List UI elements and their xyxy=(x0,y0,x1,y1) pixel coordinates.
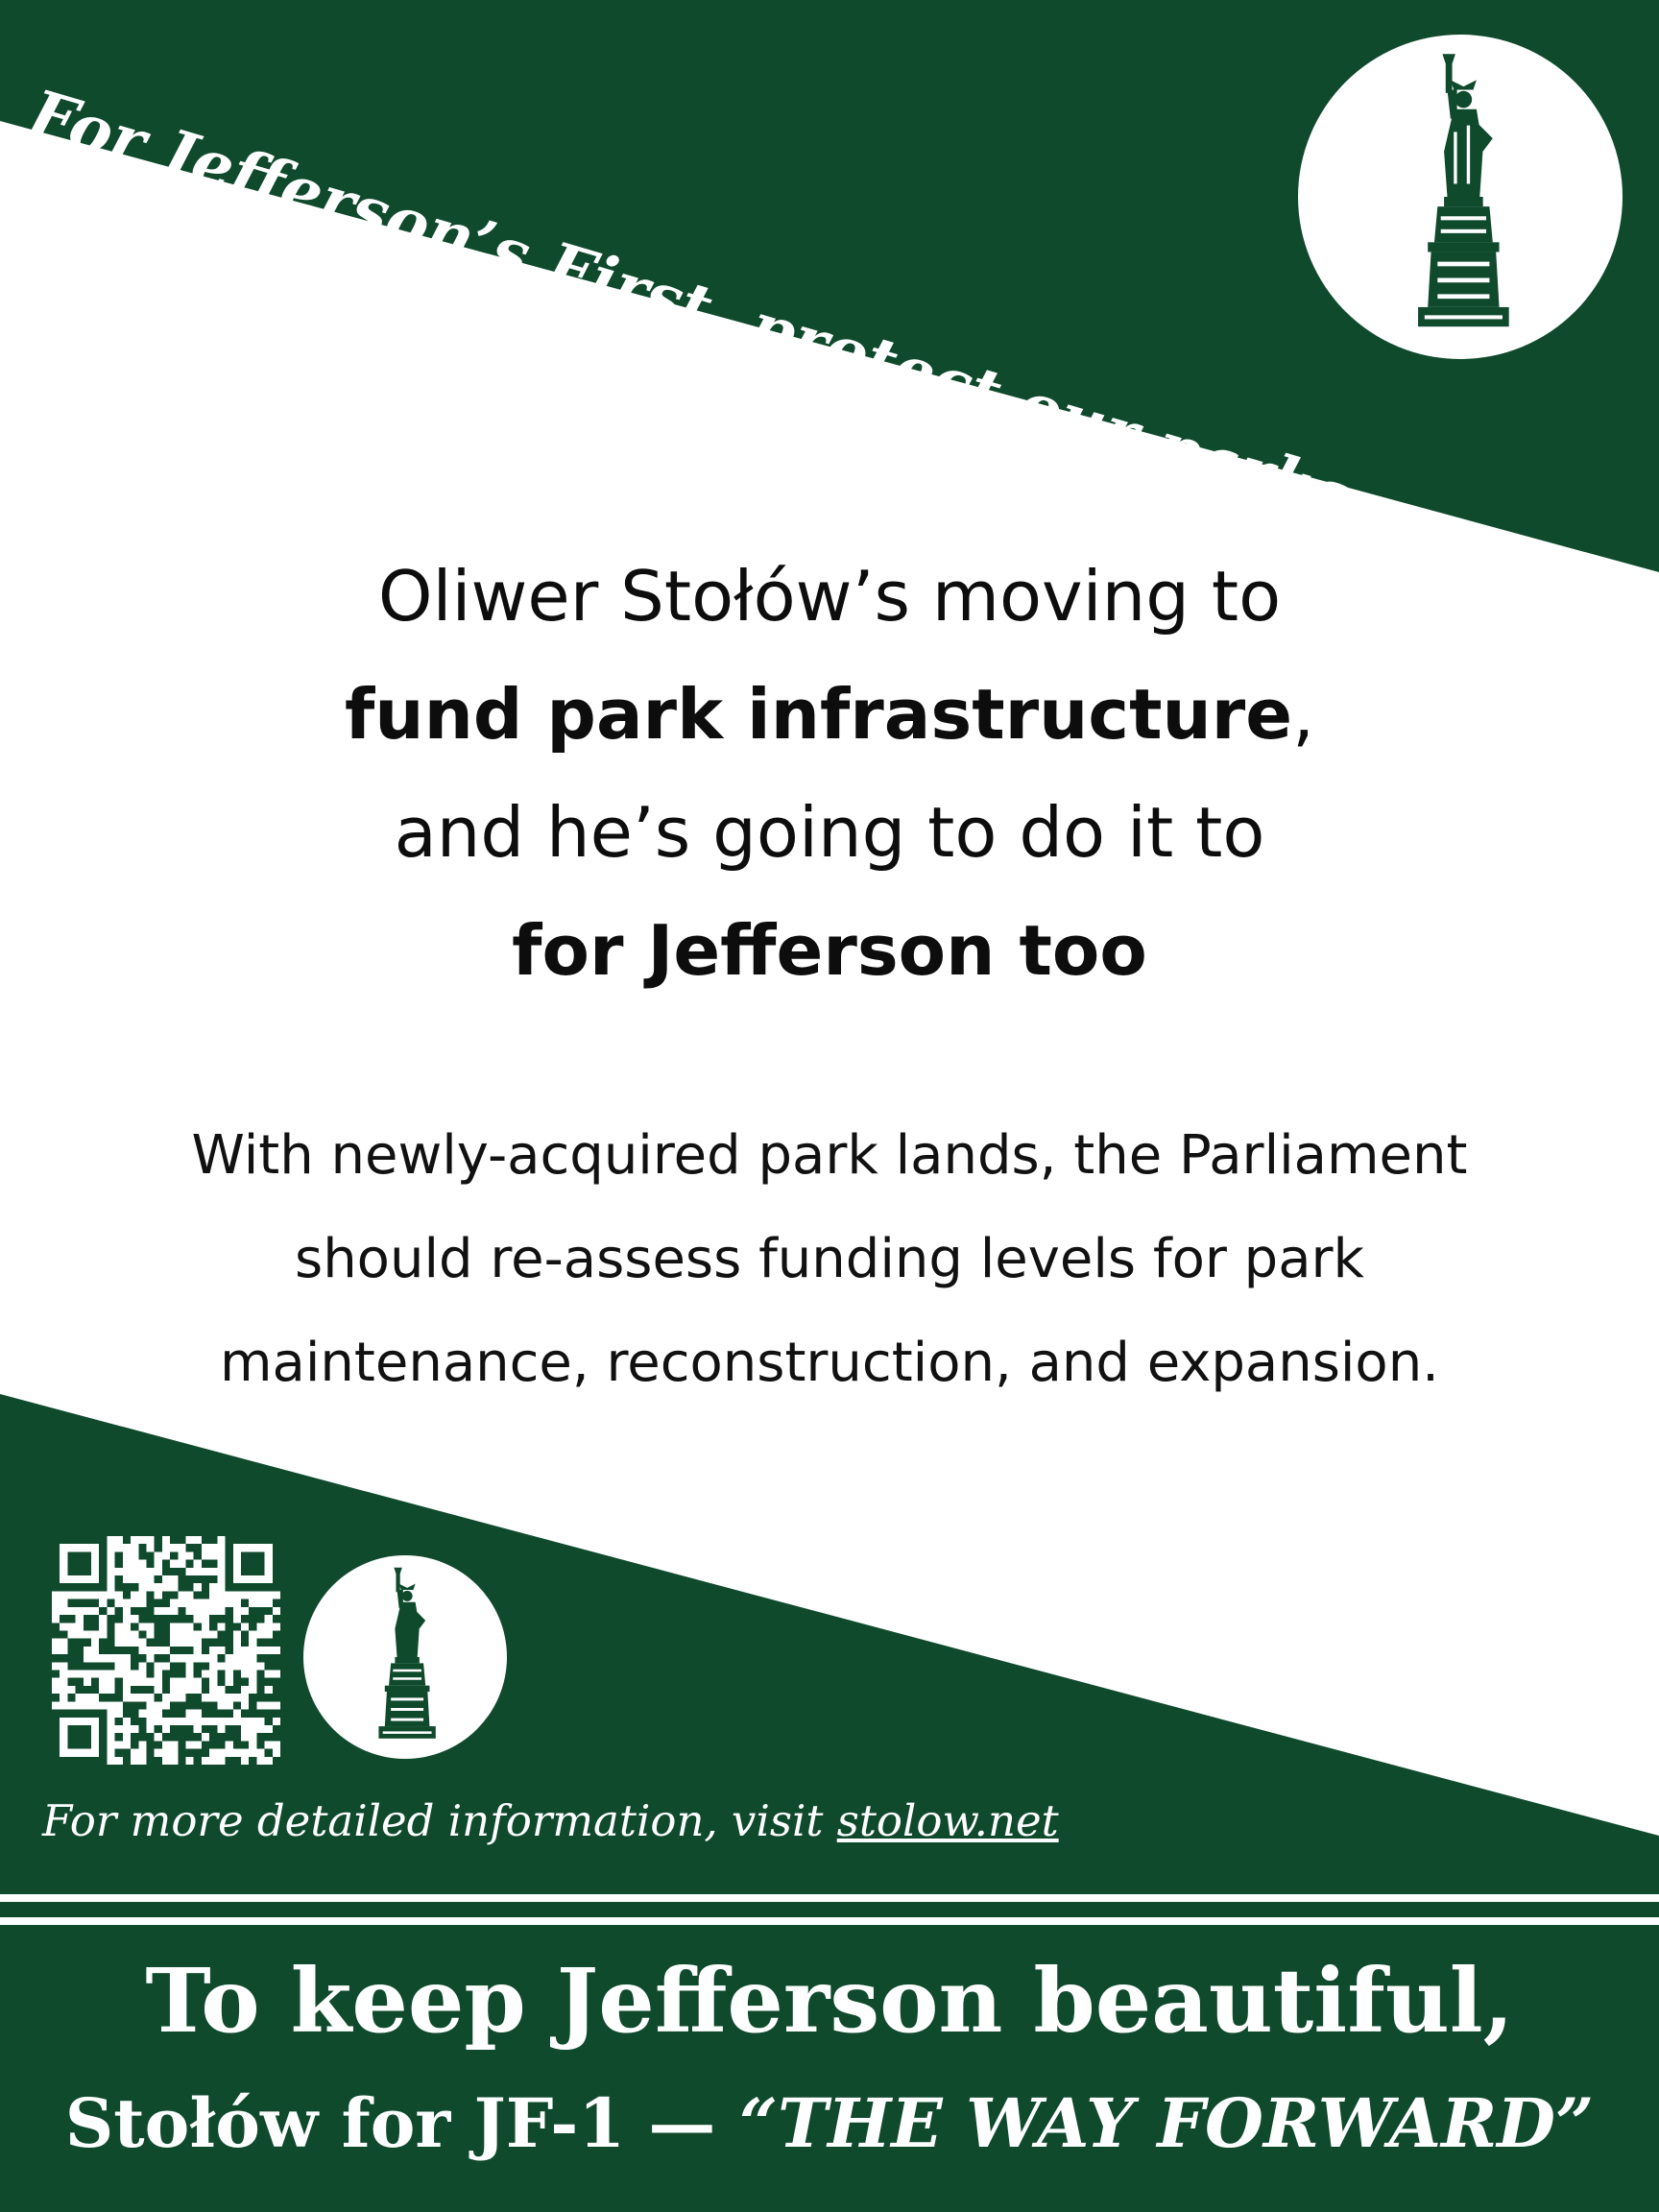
statue-of-liberty-icon xyxy=(303,1555,507,1759)
body-copy: With newly-acquired park lands, the Parl… xyxy=(58,1104,1601,1415)
body-line-2: should re-assess funding levels for park xyxy=(295,1228,1364,1290)
divider-stripe xyxy=(0,1894,1659,1902)
qr-code-graphic xyxy=(52,1536,280,1765)
info-prefix: For more detailed information, visit xyxy=(42,1795,837,1846)
website-link[interactable]: stolow.net xyxy=(837,1795,1059,1846)
headline-emphasis-2: for Jefferson too xyxy=(512,910,1147,991)
headline: Oliwer Stołów’s moving to fund park infr… xyxy=(0,538,1659,1010)
statue-of-liberty-icon-graphic xyxy=(1418,54,1509,327)
headline-emphasis-1: fund park infrastructure xyxy=(344,674,1293,755)
headline-line-2: fund park infrastructure, xyxy=(0,656,1659,774)
body-line-1: With newly-acquired park lands, the Parl… xyxy=(191,1124,1468,1187)
divider-stripe xyxy=(0,1917,1659,1925)
info-line: For more detailed information, visit sto… xyxy=(42,1795,1059,1846)
footer-candidate: Stołów for JF-1 — xyxy=(64,2083,739,2163)
headline-comma: , xyxy=(1292,674,1314,755)
headline-line-4: for Jefferson too xyxy=(0,892,1659,1010)
qr-code-icon[interactable] xyxy=(52,1536,280,1765)
footer-slogan: Stołów for JF-1 — “THE WAY FORWARD” xyxy=(0,2083,1659,2163)
campaign-poster: For Jefferson’s First, protect our parks… xyxy=(0,0,1659,2212)
body-line-3: maintenance, reconstruction, and expansi… xyxy=(220,1332,1439,1394)
headline-line-3: and he’s going to do it to xyxy=(394,792,1265,873)
statue-of-liberty-icon-graphic xyxy=(378,1567,436,1739)
statue-of-liberty-icon xyxy=(1298,35,1623,359)
headline-line-1: Oliwer Stołów’s moving to xyxy=(377,556,1282,637)
footer-tagline: To keep Jefferson beautiful, xyxy=(145,1949,1514,2053)
footer-slogan-quote: “THE WAY FORWARD” xyxy=(738,2083,1595,2163)
